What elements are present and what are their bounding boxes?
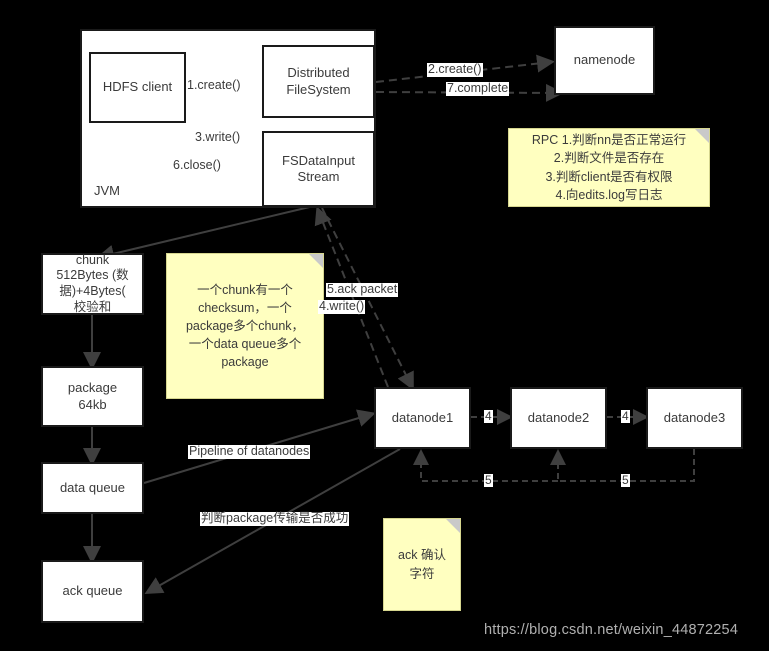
- note-ack: ack 确认 字符: [383, 518, 461, 611]
- edge-label-dn1-dn2: 4: [484, 409, 493, 424]
- node-datanode2[interactable]: datanode2: [510, 387, 607, 449]
- chunknote-line-2: checksum，一个: [198, 300, 292, 315]
- node-ack-queue-label: ack queue: [62, 583, 123, 599]
- node-distributed-filesystem-label: Distributed FileSystem: [286, 65, 350, 98]
- node-data-queue[interactable]: data queue: [41, 462, 144, 514]
- edge-label-create: 1.create(): [186, 78, 242, 93]
- edge-label-ack-dn3-dn2: 5: [621, 473, 630, 488]
- watermark: https://blog.csdn.net/weixin_44872254: [484, 622, 739, 638]
- node-fsdatainputstream[interactable]: FSDataInput Stream: [262, 131, 375, 207]
- node-hdfs-client-label: HDFS client: [102, 79, 173, 95]
- rpc-line-4: 4.向edits.log写日志: [555, 187, 663, 202]
- node-chunk[interactable]: chunk 512Bytes (数 据)+4Bytes( 校验和: [41, 253, 144, 315]
- node-datanode2-label: datanode2: [527, 409, 590, 425]
- note-rpc-text: RPC 1.判断nn是否正常运行 2.判断文件是否存在 3.判断client是否…: [515, 131, 703, 204]
- chunk-line-1: chunk: [75, 252, 110, 267]
- note-rpc: RPC 1.判断nn是否正常运行 2.判断文件是否存在 3.判断client是否…: [508, 128, 710, 207]
- edge-label-complete: 7.complete: [446, 81, 510, 96]
- jvm-label: JVM: [94, 183, 120, 198]
- rpc-line-2: 2.判断文件是否存在: [553, 151, 665, 166]
- edge-label-write: 3.write(): [194, 130, 242, 145]
- edge-label-ack-dn2-dn1: 5: [484, 473, 493, 488]
- note-chunk-explain-text: 一个chunk有一个 checksum，一个 package多个chunk， 一…: [173, 281, 317, 372]
- note-fold-icon: [309, 254, 323, 268]
- node-data-queue-label: data queue: [59, 479, 126, 495]
- rpc-line-1: RPC 1.判断nn是否正常运行: [531, 133, 687, 148]
- diagram-canvas: JVM HDFS client Distributed FileSystem F…: [0, 0, 769, 651]
- edge-label-close: 6.close(): [172, 158, 222, 173]
- node-hdfs-client[interactable]: HDFS client: [89, 52, 186, 123]
- node-distributed-filesystem[interactable]: Distributed FileSystem: [262, 45, 375, 118]
- dfs-line-1: Distributed: [287, 65, 350, 81]
- edge-label-dn2-dn3: 4: [621, 409, 630, 424]
- dfs-line-2: FileSystem: [286, 81, 351, 97]
- node-package[interactable]: package 64kb: [41, 366, 144, 427]
- node-datanode3[interactable]: datanode3: [646, 387, 743, 449]
- node-fsdatainputstream-label: FSDataInput Stream: [282, 153, 355, 186]
- chunknote-line-3: package多个chunk，: [185, 318, 305, 333]
- chunknote-line-4: 一个data queue多个: [188, 337, 302, 352]
- package-line-2: 64kb: [78, 396, 107, 412]
- rpc-line-3: 3.判断client是否有权限: [545, 169, 673, 184]
- node-datanode3-label: datanode3: [663, 409, 726, 425]
- note-fold-icon: [446, 519, 460, 533]
- acknote-line-2: 字符: [409, 566, 435, 581]
- fsdis-line-1: FSDataInput: [282, 152, 355, 168]
- chunknote-line-5: package: [221, 355, 269, 370]
- edge-dn-write: [321, 207, 414, 391]
- edge-label-nn-create: 2.create(): [427, 62, 483, 77]
- edge-label-pipeline: Pipeline of datanodes: [188, 444, 311, 459]
- package-line-1: package: [67, 380, 118, 396]
- node-namenode[interactable]: namenode: [554, 26, 655, 95]
- edge-label-dn-write: 4.write(): [318, 299, 366, 314]
- acknote-line-1: ack 确认: [398, 548, 446, 563]
- chunk-line-4: 校验和: [73, 299, 112, 314]
- node-namenode-label: namenode: [573, 52, 636, 68]
- node-datanode1-label: datanode1: [391, 409, 454, 425]
- edge-fsdis-chunk: [96, 204, 319, 263]
- chunk-line-2: 512Bytes (数: [56, 268, 129, 283]
- node-chunk-label: chunk 512Bytes (数 据)+4Bytes( 校验和: [56, 253, 128, 316]
- note-ack-text: ack 确认 字符: [390, 546, 454, 582]
- edge-label-ack-packet: 5.ack packet: [326, 282, 399, 297]
- chunknote-line-1: 一个chunk有一个: [197, 282, 293, 297]
- node-datanode1[interactable]: datanode1: [374, 387, 471, 449]
- node-package-label: package 64kb: [68, 380, 117, 413]
- chunk-line-3: 据)+4Bytes(: [59, 284, 126, 298]
- edge-label-package-check: 判断package传输是否成功: [200, 511, 350, 526]
- fsdis-line-2: Stream: [297, 169, 340, 184]
- note-chunk-explain: 一个chunk有一个 checksum，一个 package多个chunk， 一…: [166, 253, 324, 399]
- node-ack-queue[interactable]: ack queue: [41, 560, 144, 623]
